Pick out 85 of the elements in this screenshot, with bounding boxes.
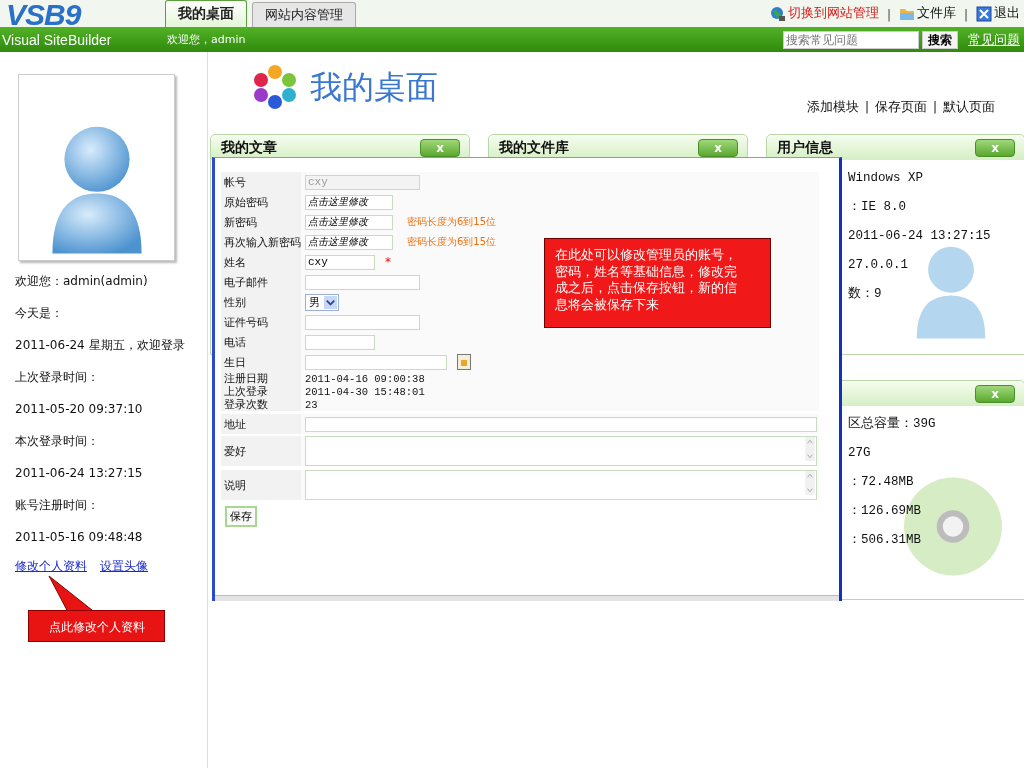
desktop-action-link[interactable]: 保存页面 <box>874 98 927 116</box>
panel-text: 数：9 <box>848 286 883 303</box>
field-label: 说明 <box>221 470 301 500</box>
field-label: 上次登录 <box>221 385 301 398</box>
field-hint: 密码长度为6到15位 <box>407 235 497 249</box>
input-field[interactable] <box>305 274 420 290</box>
gender-select[interactable]: 男 <box>305 293 339 311</box>
page-title: 我的桌面 <box>310 67 438 108</box>
separator: | <box>886 8 891 22</box>
field-hint: 密码长度为6到15位 <box>407 215 497 229</box>
field-value: 23 <box>305 398 318 411</box>
separator: | <box>963 8 968 22</box>
desktop-action-link[interactable]: 添加模块 <box>806 98 859 116</box>
info-text: 账号注册时间： <box>15 497 100 514</box>
input-field[interactable] <box>305 416 817 432</box>
info-text: 2011-06-24 星期五，欢迎登录 <box>15 337 186 354</box>
separator: | <box>864 100 869 114</box>
info-text: 欢迎您：admin(admin) <box>15 273 149 290</box>
field-label: 登录次数 <box>221 398 301 411</box>
field-label: 姓名 <box>221 252 301 272</box>
field-label: 爱好 <box>221 436 301 466</box>
header-link[interactable]: 切换到网站管理 <box>787 4 879 22</box>
panel-text: Windows XP <box>848 170 924 187</box>
info-text: 今天是： <box>15 305 64 322</box>
field-label: 电话 <box>221 332 301 352</box>
input-field[interactable]: 点击这里修改 <box>305 234 393 250</box>
globe-icon <box>769 6 786 22</box>
folder-icon <box>898 6 915 22</box>
info-text: 上次登录时间： <box>15 369 100 386</box>
field-label: 注册日期 <box>221 372 301 385</box>
close-icon <box>976 6 992 22</box>
panel-text: 2011-06-24 13:27:15 <box>848 228 992 245</box>
header-link[interactable]: 退出 <box>994 4 1020 22</box>
field-value: 2011-04-16 09:00:38 <box>305 372 425 385</box>
panel-title: 我的文章 <box>221 138 277 157</box>
save-button[interactable]: 保存 <box>225 506 257 527</box>
info-text: 2011-06-24 13:27:15 <box>15 465 144 482</box>
scroll-arrows-icon[interactable] <box>804 471 816 495</box>
logo-subtitle: Visual SiteBuilder <box>1 31 113 48</box>
profile-link[interactable]: 设置头像 <box>100 558 148 575</box>
logo: VSB9 <box>5 0 82 27</box>
panel-text: ：72.48MB <box>848 474 915 491</box>
field-label: 原始密码 <box>221 192 301 212</box>
field-label: 再次输入新密码 <box>221 232 301 252</box>
scroll-arrows-icon[interactable] <box>804 437 816 461</box>
panel-text: ：506.31MB <box>848 532 922 549</box>
field-label: 生日 <box>221 352 301 372</box>
info-text: 2011-05-16 09:48:48 <box>15 529 144 546</box>
profile-link[interactable]: 修改个人资料 <box>15 558 87 575</box>
input-field[interactable]: cxy <box>305 254 375 270</box>
info-text: 本次登录时间： <box>15 433 100 450</box>
field-label: 地址 <box>221 414 301 434</box>
info-text: 2011-05-20 09:37:10 <box>15 401 144 418</box>
text-area[interactable] <box>305 436 817 466</box>
search-field[interactable]: 搜索常见问题 <box>783 30 919 49</box>
panel-text: 27G <box>848 445 872 462</box>
input-field[interactable]: 点击这里修改 <box>305 194 393 210</box>
search-button[interactable]: 搜索 <box>922 30 958 49</box>
field-label: 新密码 <box>221 212 301 232</box>
required-mark: * <box>385 255 391 269</box>
field-label: 电子邮件 <box>221 272 301 292</box>
header-link[interactable]: 文件库 <box>916 4 956 22</box>
separator: | <box>932 100 937 114</box>
panel-text: 区总容量：39G <box>848 416 937 433</box>
input-field[interactable]: 点击这里修改 <box>305 214 393 230</box>
input-field[interactable] <box>305 354 447 370</box>
field-value: 2011-04-30 15:48:01 <box>305 385 425 398</box>
panel-title: 我的文件库 <box>499 138 569 157</box>
input-field[interactable] <box>305 314 420 330</box>
panel-text: ：IE 8.0 <box>848 199 907 216</box>
field-label: 证件号码 <box>221 312 301 332</box>
callout: 在此处可以修改管理员的账号，密码，姓名等基础信息，修改完成之后，点击保存按钮，新的信息将会被保存下来 <box>544 238 771 328</box>
tab[interactable]: 我的桌面 <box>165 0 247 27</box>
welcome-text: 欢迎您，admin <box>167 32 246 47</box>
field-label: 性别 <box>221 292 301 312</box>
panel-title: 用户信息 <box>777 138 833 157</box>
field-label: 帐号 <box>221 172 301 192</box>
panel-text: 27.0.0.1 <box>848 257 909 274</box>
calendar-icon[interactable] <box>457 354 471 370</box>
dropdown-caret-icon[interactable] <box>324 295 337 309</box>
desktop-action-link[interactable]: 默认页面 <box>943 98 995 116</box>
panel-text: ：126.69MB <box>848 503 922 520</box>
tab[interactable]: 网站内容管理 <box>252 2 356 27</box>
text-area[interactable] <box>305 470 817 500</box>
input-field[interactable] <box>305 334 375 350</box>
